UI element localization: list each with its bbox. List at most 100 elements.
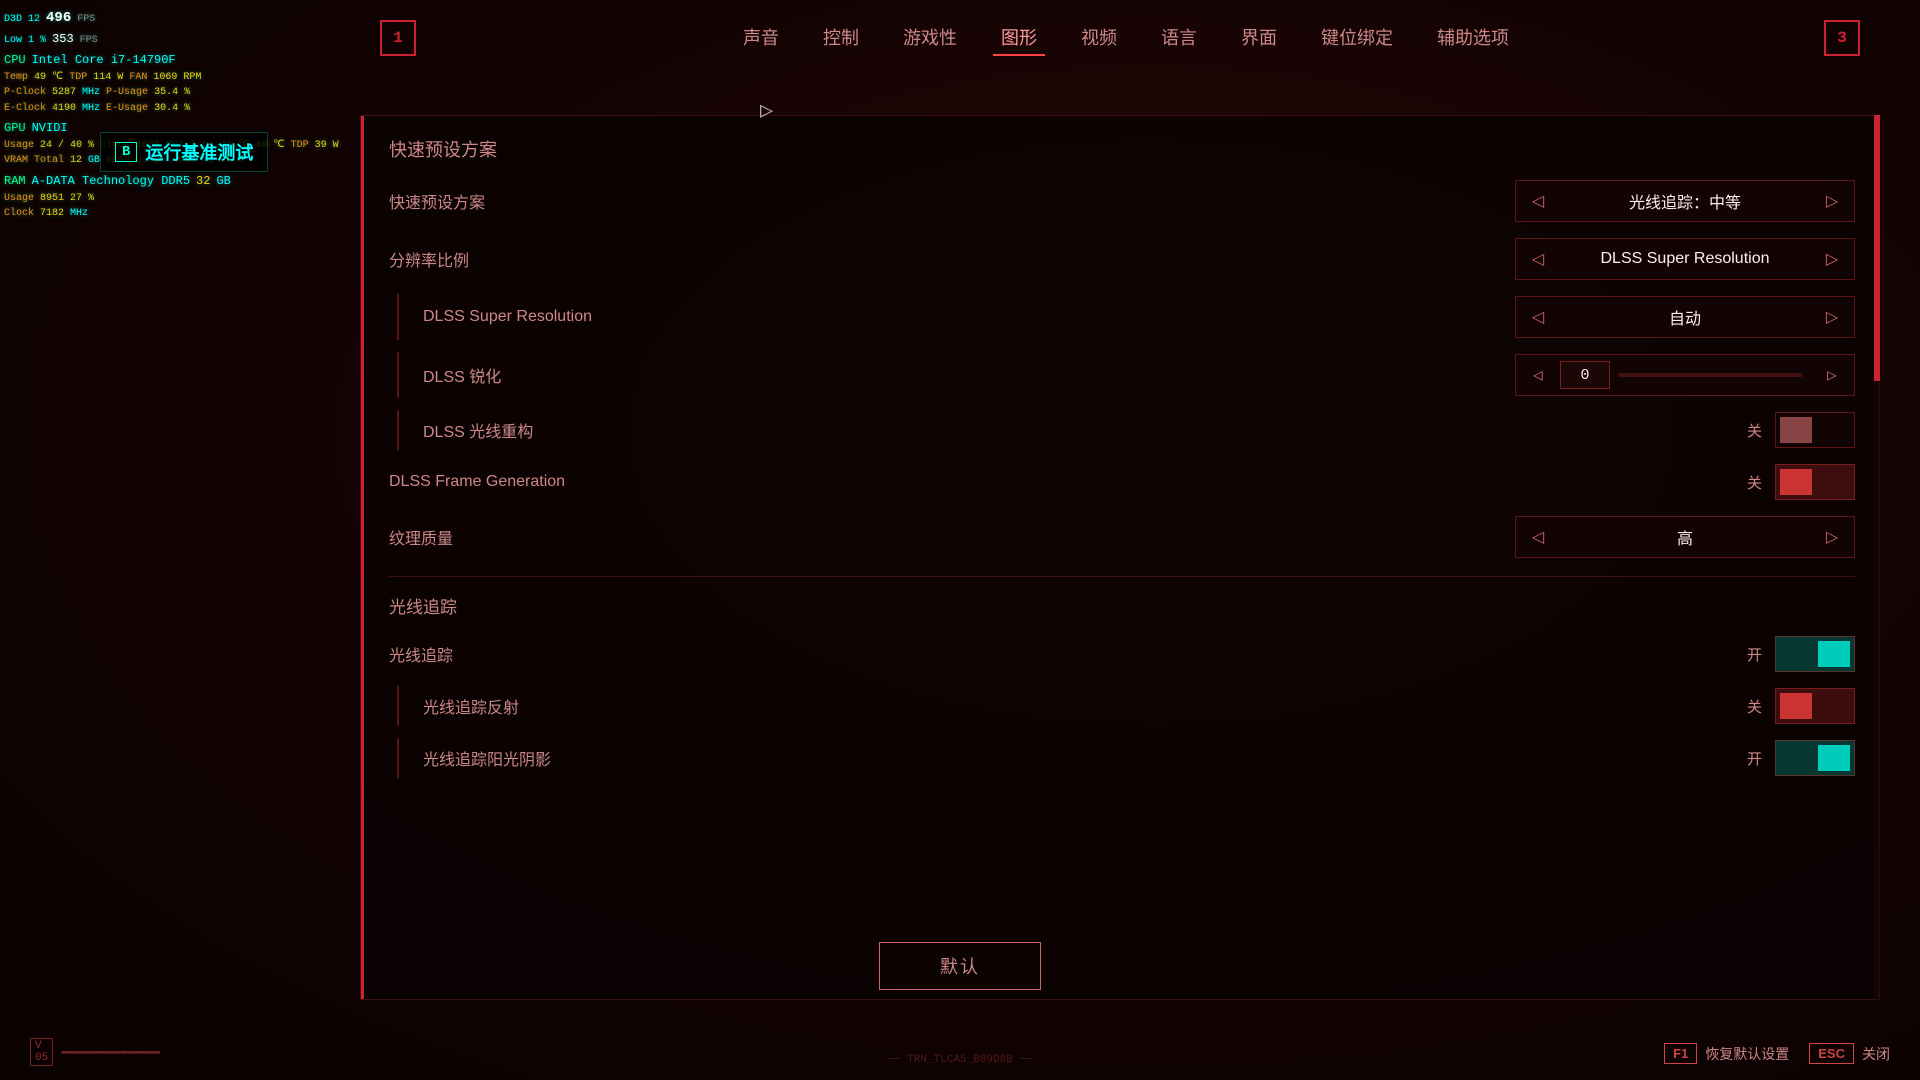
hud-d3d-num: 12: [28, 12, 40, 28]
settings-panel: 快速预设方案 快速预设方案 ◁ 光线追踪：中等 ▷ 分辨率比例 ◁ DLSS S…: [360, 115, 1880, 1000]
benchmark-label: 运行基准测试: [145, 139, 253, 165]
hud-eclock-label: E-Clock: [4, 101, 46, 117]
close-label: 关闭: [1862, 1044, 1890, 1064]
quick-preset-next-btn[interactable]: ▷: [1810, 181, 1854, 221]
hud-ram-size: 32: [196, 172, 210, 191]
benchmark-popup[interactable]: B 运行基准测试: [100, 132, 268, 172]
hud-pclock-label: P-Clock: [4, 85, 46, 101]
hud-cpu-name: Intel Core i7-14790F: [32, 51, 176, 70]
hud-pusage-label: P-Usage: [106, 85, 148, 101]
dlss-fg-status: 关: [1747, 472, 1767, 493]
rt-shadow-thumb: [1818, 745, 1850, 771]
hud-vram-total-val: 12: [70, 153, 82, 169]
navbar: 1 声音 控制 游戏性 图形 视频 语言 界面 键位绑定 辅助选项 3: [380, 20, 1860, 56]
dlss-sharp-prev-btn[interactable]: ◁: [1516, 355, 1560, 395]
hud-overlay: D3D 12 496 FPS Low 1 % 353 FPS CPU Intel…: [4, 8, 339, 222]
scroll-thumb: [1874, 115, 1880, 381]
hud-fan-val: 1069: [153, 70, 177, 86]
hud-gpu-usage-sep: / 40: [58, 138, 82, 154]
restore-action[interactable]: F1 恢复默认设置: [1664, 1043, 1789, 1064]
dlss-sharp-slider[interactable]: ◁ 0 ▷: [1515, 354, 1855, 396]
dlss-sr-selector[interactable]: ◁ 自动 ▷: [1515, 296, 1855, 338]
dlss-recon-thumb: [1780, 417, 1812, 443]
hud-ram-usage-pct-unit: %: [88, 191, 94, 207]
quick-section-title: 快速预设方案: [389, 136, 1855, 162]
nav-item-video[interactable]: 视频: [1073, 20, 1125, 56]
texture-prev-btn[interactable]: ◁: [1516, 517, 1560, 557]
hud-vram-total-unit: GB: [88, 153, 100, 169]
panel-content: 快速预设方案 快速预设方案 ◁ 光线追踪：中等 ▷ 分辨率比例 ◁ DLSS S…: [361, 116, 1879, 999]
hud-gpu-tdp-val: 39: [315, 138, 327, 154]
default-button[interactable]: 默认: [879, 942, 1041, 990]
resolution-label: 分辨率比例: [389, 247, 469, 271]
hud-vram-total-label: VRAM Total: [4, 153, 64, 169]
restore-label: 恢复默认设置: [1705, 1044, 1789, 1064]
hud-ram-name: A-DATA Technology DDR5: [32, 172, 190, 191]
rt-reflect-label: 光线追踪反射: [423, 694, 519, 718]
dlss-sr-label: DLSS Super Resolution: [423, 308, 592, 326]
hud-low-label: Low: [4, 33, 22, 49]
hud-pclock-unit: MHz: [82, 85, 100, 101]
rt-reflect-status: 关: [1747, 696, 1767, 717]
rt-reflect-toggle-group: 关: [1747, 688, 1855, 724]
nav-item-accessibility[interactable]: 辅助选项: [1429, 20, 1517, 56]
dlss-fg-label: DLSS Frame Generation: [389, 473, 565, 491]
rt-shadow-toggle-group: 开: [1747, 740, 1855, 776]
bottom-center: ── TRN_TLCA5_B09D8B ──: [887, 1054, 1032, 1066]
hud-ram-clock-label: Clock: [4, 206, 34, 222]
texture-value: 高: [1560, 525, 1810, 549]
close-action[interactable]: ESC 关闭: [1809, 1043, 1890, 1064]
nav-item-language[interactable]: 语言: [1153, 20, 1205, 56]
dlss-sr-next-btn[interactable]: ▷: [1810, 297, 1854, 337]
scroll-indicator[interactable]: [1874, 115, 1880, 1000]
rt-label: 光线追踪: [389, 642, 453, 666]
hud-gpu-label: GPU: [4, 119, 26, 138]
quick-preset-selector[interactable]: ◁ 光线追踪：中等 ▷: [1515, 180, 1855, 222]
rt-toggle[interactable]: [1775, 636, 1855, 672]
dlss-sr-prev-btn[interactable]: ◁: [1516, 297, 1560, 337]
quick-preset-prev-btn[interactable]: ◁: [1516, 181, 1560, 221]
nav-item-interface[interactable]: 界面: [1233, 20, 1285, 56]
hud-tdp-label: TDP: [69, 70, 87, 86]
hud-gpu-usage-val: 24: [40, 138, 52, 154]
nav-item-keybind[interactable]: 键位绑定: [1313, 20, 1401, 56]
dlss-sharp-next-btn[interactable]: ▷: [1810, 355, 1854, 395]
hud-eusage-label: E-Usage: [106, 101, 148, 117]
nav-item-gameplay[interactable]: 游戏性: [895, 20, 965, 56]
dlss-fg-toggle-group: 关: [1747, 464, 1855, 500]
hud-ram-clock-unit: MHz: [70, 206, 88, 222]
rt-section-title: 光线追踪: [389, 593, 1855, 618]
hud-fan-unit: RPM: [183, 70, 201, 86]
hud-gpu-usage-label: Usage: [4, 138, 34, 154]
resolution-prev-btn[interactable]: ◁: [1516, 239, 1560, 279]
hud-temp-unit: ℃: [52, 70, 63, 86]
restore-key: F1: [1664, 1043, 1697, 1064]
nav-item-control[interactable]: 控制: [815, 20, 867, 56]
rt-shadow-row: 光线追踪阳光阴影 开: [397, 738, 1855, 778]
resolution-next-btn[interactable]: ▷: [1810, 239, 1854, 279]
nav-item-graphics[interactable]: 图形: [993, 20, 1045, 56]
rt-row: 光线追踪 开: [389, 634, 1855, 674]
hud-pusage-val: 35.4: [154, 85, 178, 101]
texture-next-btn[interactable]: ▷: [1810, 517, 1854, 557]
dlss-recon-toggle[interactable]: [1775, 412, 1855, 448]
rt-shadow-status: 开: [1747, 748, 1767, 769]
hud-ram-usage-pct: 27: [70, 191, 82, 207]
hud-ram-unit: GB: [216, 172, 230, 191]
dlss-sharp-value: 0: [1560, 361, 1610, 389]
dlss-recon-toggle-group: 关: [1747, 412, 1855, 448]
rt-reflect-toggle[interactable]: [1775, 688, 1855, 724]
hud-ram-usage-label: Usage: [4, 191, 34, 207]
resolution-selector[interactable]: ◁ DLSS Super Resolution ▷: [1515, 238, 1855, 280]
hud-tdp-val: 114: [93, 70, 111, 86]
nav-item-sound[interactable]: 声音: [735, 20, 787, 56]
rt-reflect-thumb: [1780, 693, 1812, 719]
texture-selector[interactable]: ◁ 高 ▷: [1515, 516, 1855, 558]
rt-thumb: [1818, 641, 1850, 667]
hud-eclock-unit: MHz: [82, 101, 100, 117]
default-btn-container: 默认: [879, 942, 1041, 990]
rt-toggle-group: 开: [1747, 636, 1855, 672]
rt-shadow-toggle[interactable]: [1775, 740, 1855, 776]
hud-pusage-unit: %: [184, 85, 190, 101]
dlss-fg-toggle[interactable]: [1775, 464, 1855, 500]
